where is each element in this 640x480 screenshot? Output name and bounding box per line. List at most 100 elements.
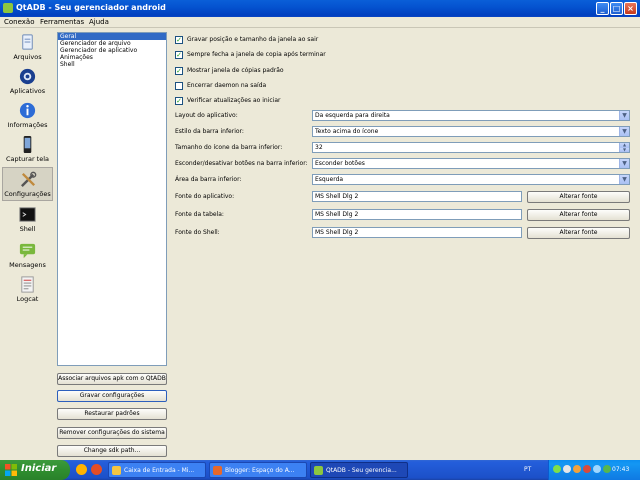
window-title: QtADB - Seu gerenciador android — [16, 3, 166, 12]
bar-style-label: Estilo da barra inferior: — [175, 128, 244, 135]
shell-font-value: MS Shell Dlg 2 — [315, 229, 359, 236]
change-table-font-button[interactable]: Alterar fonte — [527, 209, 630, 221]
shell-font-field[interactable]: MS Shell Dlg 2 — [312, 227, 522, 238]
checkbox-box[interactable]: ✓ — [175, 67, 183, 75]
nav-item-configuracoes[interactable]: Configurações — [2, 167, 53, 201]
taskbar-task-blogger[interactable]: Blogger: Espaço do A... — [209, 462, 307, 478]
bar-style-value: Texto acima do ícone — [315, 128, 379, 135]
category-item-animacoes[interactable]: Animações — [58, 54, 166, 61]
nav-item-arquivos[interactable]: Arquivos — [2, 31, 53, 65]
tray-chrome-icon[interactable] — [573, 465, 581, 473]
nav-label: Informações — [7, 121, 48, 129]
icon-size-value: 32 — [315, 144, 323, 151]
nav-label: Logcat — [16, 295, 39, 303]
phone-screenshot-icon — [23, 135, 32, 154]
hide-buttons-label: Esconder/desativar botões na barra infer… — [175, 160, 308, 167]
terminal-icon — [19, 207, 36, 222]
hide-buttons-select[interactable]: Esconder botões ▼ — [312, 158, 630, 169]
bar-area-select[interactable]: Esquerda ▼ — [312, 174, 630, 185]
start-label: Iniciar — [21, 463, 57, 474]
category-item-aplicativo[interactable]: Gerenciador de aplicativo — [58, 47, 166, 54]
menu-conexao[interactable]: Conexão — [4, 18, 35, 26]
tray-network-icon[interactable] — [563, 465, 571, 473]
category-item-shell[interactable]: Shell — [58, 61, 166, 68]
icon-size-label: Tamanho do ícone da barra inferior: — [175, 144, 283, 151]
table-font-field[interactable]: MS Shell Dlg 2 — [312, 209, 522, 220]
restore-defaults-button[interactable]: Restaurar padrões — [57, 408, 167, 420]
change-app-font-button[interactable]: Alterar fonte — [527, 191, 630, 203]
taskbar-task-inbox[interactable]: Caixa de Entrada - Mi... — [108, 462, 206, 478]
apps-icon — [19, 68, 36, 85]
log-icon — [21, 276, 34, 293]
layout-label: Layout do aplicativo: — [175, 112, 238, 119]
checkbox-label: Mostrar janela de cópias padrão — [187, 67, 284, 74]
mail-icon — [112, 466, 121, 475]
tray-volume-icon[interactable] — [593, 465, 601, 473]
menu-bar: Conexão Ferramentas Ajuda — [0, 17, 640, 28]
category-item-geral[interactable]: Geral — [58, 33, 166, 40]
chevron-down-icon[interactable]: ▼ — [619, 175, 629, 184]
checkbox-label: Verificar atualizações ao iniciar — [187, 97, 281, 104]
tray-shield-icon[interactable] — [603, 465, 611, 473]
clock: 07:43 — [612, 466, 630, 473]
bar-style-select[interactable]: Texto acima do ícone ▼ — [312, 126, 630, 137]
title-bar: QtADB - Seu gerenciador android _ □ × — [0, 0, 640, 17]
nav-item-logcat[interactable]: Logcat — [2, 273, 53, 307]
maximize-button[interactable]: □ — [610, 2, 623, 15]
tray-app-icon[interactable] — [553, 465, 561, 473]
app-font-field[interactable]: MS Shell Dlg 2 — [312, 191, 522, 202]
file-icon — [22, 34, 33, 50]
sidebar-nav: Arquivos Aplicativos Informações Captura… — [0, 29, 55, 460]
icon-size-spinbox[interactable]: 32 ▲ ▼ — [312, 142, 630, 153]
nav-item-mensagens[interactable]: Mensagens — [2, 239, 53, 273]
bar-area-value: Esquerda — [315, 176, 344, 183]
associate-apk-button[interactable]: Associar arquivos apk com o QtADB — [57, 373, 167, 385]
nav-item-shell[interactable]: Shell — [2, 203, 53, 237]
nav-label: Mensagens — [9, 261, 46, 269]
taskbar-task-qtadb[interactable]: QtADB - Seu gerencia... — [310, 462, 408, 478]
menu-ferramentas[interactable]: Ferramentas — [40, 18, 84, 26]
tools-icon — [21, 171, 37, 187]
category-list[interactable]: Geral Gerenciador de arquivo Gerenciador… — [57, 32, 167, 366]
quicklaunch-chrome-icon[interactable] — [76, 464, 87, 475]
change-sdk-path-button[interactable]: Change sdk path... — [57, 445, 167, 457]
tray-security-icon[interactable] — [583, 465, 591, 473]
checkbox-box[interactable] — [175, 82, 183, 90]
save-settings-button[interactable]: Gravar configurações — [57, 390, 167, 402]
task-label: QtADB - Seu gerencia... — [326, 467, 397, 474]
info-icon — [19, 102, 36, 119]
remove-settings-button[interactable]: Remover configurações do sistema — [57, 427, 167, 439]
chevron-down-icon[interactable]: ▼ — [619, 127, 629, 136]
start-button[interactable]: Iniciar — [0, 460, 70, 480]
app-font-label: Fonte do aplicativo: — [175, 193, 235, 200]
checkbox-box[interactable]: ✓ — [175, 97, 183, 105]
spin-down-icon[interactable]: ▼ — [619, 147, 629, 152]
task-label: Blogger: Espaço do A... — [225, 467, 295, 474]
layout-value: Da esquerda para direita — [315, 112, 390, 119]
close-button[interactable]: × — [624, 2, 637, 15]
nav-item-informacoes[interactable]: Informações — [2, 99, 53, 133]
quicklaunch-firefox-icon[interactable] — [91, 464, 102, 475]
checkbox-label: Encerrar daemon na saída — [187, 82, 267, 89]
nav-item-aplicativos[interactable]: Aplicativos — [2, 65, 53, 99]
chevron-down-icon[interactable]: ▼ — [619, 159, 629, 168]
checkbox-box[interactable]: ✓ — [175, 36, 183, 44]
checkbox-label: Sempre fecha a janela de copia após term… — [187, 51, 326, 58]
checkbox-label: Gravar posição e tamanho da janela ao sa… — [187, 36, 319, 43]
windows-logo-icon — [5, 464, 17, 476]
nav-label: Configurações — [4, 190, 51, 198]
minimize-button[interactable]: _ — [596, 2, 609, 15]
table-font-value: MS Shell Dlg 2 — [315, 211, 359, 218]
language-indicator[interactable]: PT — [524, 466, 531, 473]
layout-select[interactable]: Da esquerda para direita ▼ — [312, 110, 630, 121]
nav-item-capturar-tela[interactable]: Capturar tela — [2, 133, 53, 167]
nav-label: Shell — [19, 225, 36, 233]
nav-label: Arquivos — [13, 53, 42, 61]
chevron-down-icon[interactable]: ▼ — [619, 111, 629, 120]
android-app-icon — [3, 3, 13, 13]
category-item-arquivo[interactable]: Gerenciador de arquivo — [58, 40, 166, 47]
checkbox-box[interactable]: ✓ — [175, 51, 183, 59]
nav-label: Capturar tela — [5, 155, 50, 163]
change-shell-font-button[interactable]: Alterar fonte — [527, 227, 630, 239]
menu-ajuda[interactable]: Ajuda — [89, 18, 109, 26]
